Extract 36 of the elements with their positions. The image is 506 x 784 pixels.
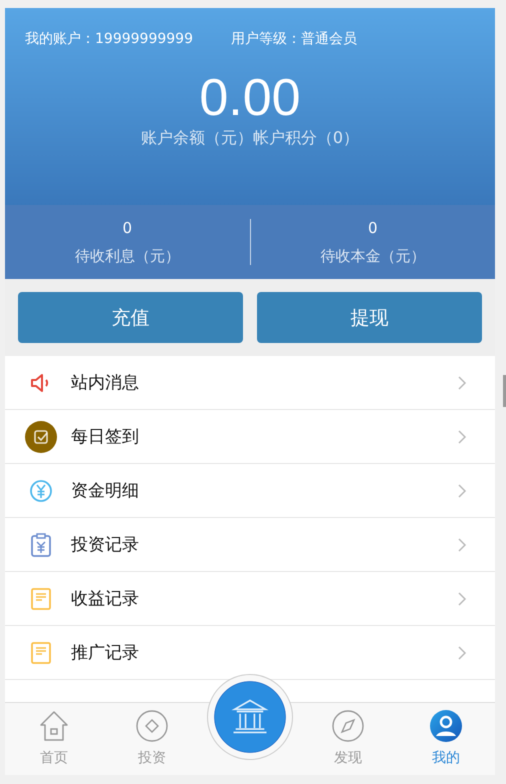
stat-label: 待收本金（元） [320, 246, 426, 266]
stat-label: 待收利息（元） [74, 246, 180, 266]
yuan-icon [29, 478, 53, 502]
recharge-button[interactable]: 充值 [18, 292, 243, 343]
checkbox-icon [25, 420, 57, 452]
compass-icon [331, 709, 365, 743]
menu-item[interactable]: 收益记录 [5, 572, 495, 626]
menu-item[interactable]: 投资记录 [5, 518, 495, 572]
scrollbar-thumb[interactable] [503, 375, 506, 407]
nav-tab[interactable]: 我的 [397, 703, 495, 775]
user-icon [429, 709, 463, 743]
balance-amount: 0.00 [199, 70, 301, 126]
menu-label: 收益记录 [71, 588, 140, 610]
menu-label: 每日签到 [71, 426, 140, 448]
chevron-icon [457, 536, 467, 552]
chevron-icon [457, 590, 467, 606]
clipboard-icon [29, 532, 53, 556]
document-icon [29, 640, 53, 664]
stat-value: 0 [122, 218, 132, 236]
chevron-icon [457, 482, 467, 498]
menu-label: 站内消息 [71, 372, 140, 394]
chevron-icon [457, 374, 467, 390]
menu-item[interactable]: 站内消息 [5, 356, 495, 410]
member-level: 用户等级：普通会员 [230, 30, 357, 48]
account-number: 我的账户：19999999999 [25, 30, 193, 48]
withdraw-button[interactable]: 提现 [257, 292, 482, 343]
balance-caption: 账户余额（元）帐户积分（0） [140, 128, 360, 149]
chevron-icon [457, 428, 467, 444]
menu-label: 资金明细 [71, 480, 140, 502]
menu-item[interactable]: 每日签到 [5, 410, 495, 464]
menu-item[interactable]: 资金明细 [5, 464, 495, 518]
menu-label: 投资记录 [71, 534, 140, 556]
stat-value: 0 [368, 218, 378, 236]
menu-label: 推广记录 [71, 642, 140, 664]
document-icon [29, 586, 53, 610]
chevron-icon [457, 644, 467, 660]
